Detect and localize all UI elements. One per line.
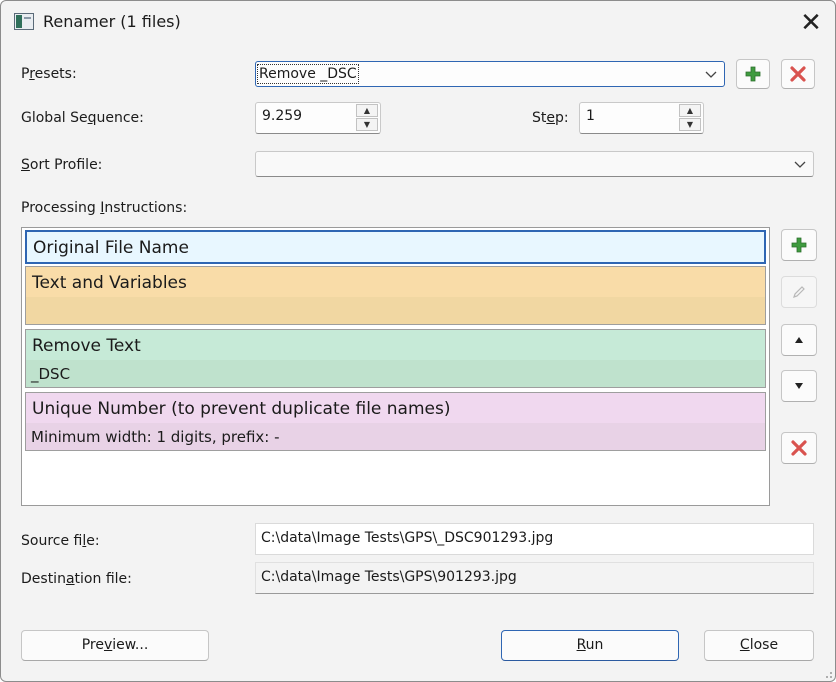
list-item-title: Remove Text: [32, 336, 141, 356]
delete-icon: [790, 66, 806, 82]
spin-down-button[interactable]: ▼: [356, 118, 378, 131]
presets-value: Remove _DSC: [257, 64, 359, 84]
list-item-detail: Minimum width: 1 digits, prefix: -: [31, 428, 280, 446]
presets-dropdown[interactable]: Remove _DSC: [255, 61, 725, 87]
plus-icon: [745, 66, 761, 82]
title-bar: Renamer (1 files) ✕: [1, 1, 835, 45]
destination-file-field[interactable]: C:\data\Image Tests\GPS\901293.jpg: [255, 562, 814, 594]
list-item-text-and-variables[interactable]: Text and Variables: [25, 266, 766, 325]
spin-down-button[interactable]: ▼: [679, 118, 701, 131]
source-file-field[interactable]: C:\data\Image Tests\GPS\_DSC901293.jpg: [255, 523, 814, 555]
delete-instruction-button[interactable]: [781, 432, 817, 464]
presets-label: Presets:: [21, 66, 77, 82]
arrow-up-icon: [795, 337, 803, 343]
list-item-detail: _DSC: [31, 365, 71, 383]
list-item-title: Original File Name: [33, 238, 189, 258]
preview-button[interactable]: Preview...: [21, 630, 209, 661]
plus-icon: [791, 237, 807, 253]
list-item-remove-text[interactable]: Remove Text _DSC: [25, 329, 766, 388]
step-spinner[interactable]: 1 ▲ ▼: [579, 102, 704, 134]
delete-icon: [791, 440, 807, 456]
move-down-button[interactable]: [781, 370, 817, 402]
pencil-icon: [793, 286, 805, 298]
sort-profile-label: Sort Profile:: [21, 157, 103, 173]
window-title: Renamer (1 files): [43, 12, 181, 31]
step-value: 1: [586, 108, 595, 124]
chevron-down-icon: [704, 64, 718, 88]
source-file-value: C:\data\Image Tests\GPS\_DSC901293.jpg: [261, 530, 554, 546]
global-sequence-spinner[interactable]: 9.259 ▲ ▼: [255, 102, 381, 134]
chevron-down-icon: [793, 154, 807, 178]
spin-up-button[interactable]: ▲: [356, 104, 378, 117]
global-sequence-value: 9.259: [262, 108, 303, 124]
list-item-title: Text and Variables: [32, 273, 187, 293]
list-item-unique-number[interactable]: Unique Number (to prevent duplicate file…: [25, 392, 766, 451]
resize-grip-icon[interactable]: [823, 669, 833, 679]
step-label: Step:: [532, 110, 569, 126]
delete-preset-button[interactable]: [781, 59, 815, 89]
run-button[interactable]: Run: [501, 630, 679, 661]
move-up-button[interactable]: [781, 324, 817, 356]
destination-file-value: C:\data\Image Tests\GPS\901293.jpg: [261, 569, 517, 585]
add-preset-button[interactable]: [736, 59, 770, 89]
edit-instruction-button[interactable]: [781, 276, 817, 308]
renamer-dialog: Renamer (1 files) ✕ Presets: Remove _DSC…: [0, 0, 836, 682]
close-window-button[interactable]: ✕: [795, 7, 827, 39]
app-icon: [14, 13, 34, 30]
spin-up-button[interactable]: ▲: [679, 104, 701, 117]
sort-profile-dropdown[interactable]: [255, 151, 814, 177]
close-button[interactable]: Close: [704, 630, 814, 661]
processing-instructions-label: Processing Instructions:: [21, 200, 188, 216]
add-instruction-button[interactable]: [781, 229, 817, 261]
list-item-title: Unique Number (to prevent duplicate file…: [32, 399, 451, 419]
source-file-label: Source file:: [21, 533, 100, 549]
global-sequence-label: Global Sequence:: [21, 110, 144, 126]
arrow-down-icon: [795, 383, 803, 389]
list-item-original-file-name[interactable]: Original File Name: [25, 230, 766, 264]
destination-file-label: Destination file:: [21, 571, 132, 587]
processing-instructions-list[interactable]: Original File Name Text and Variables Re…: [21, 227, 770, 506]
